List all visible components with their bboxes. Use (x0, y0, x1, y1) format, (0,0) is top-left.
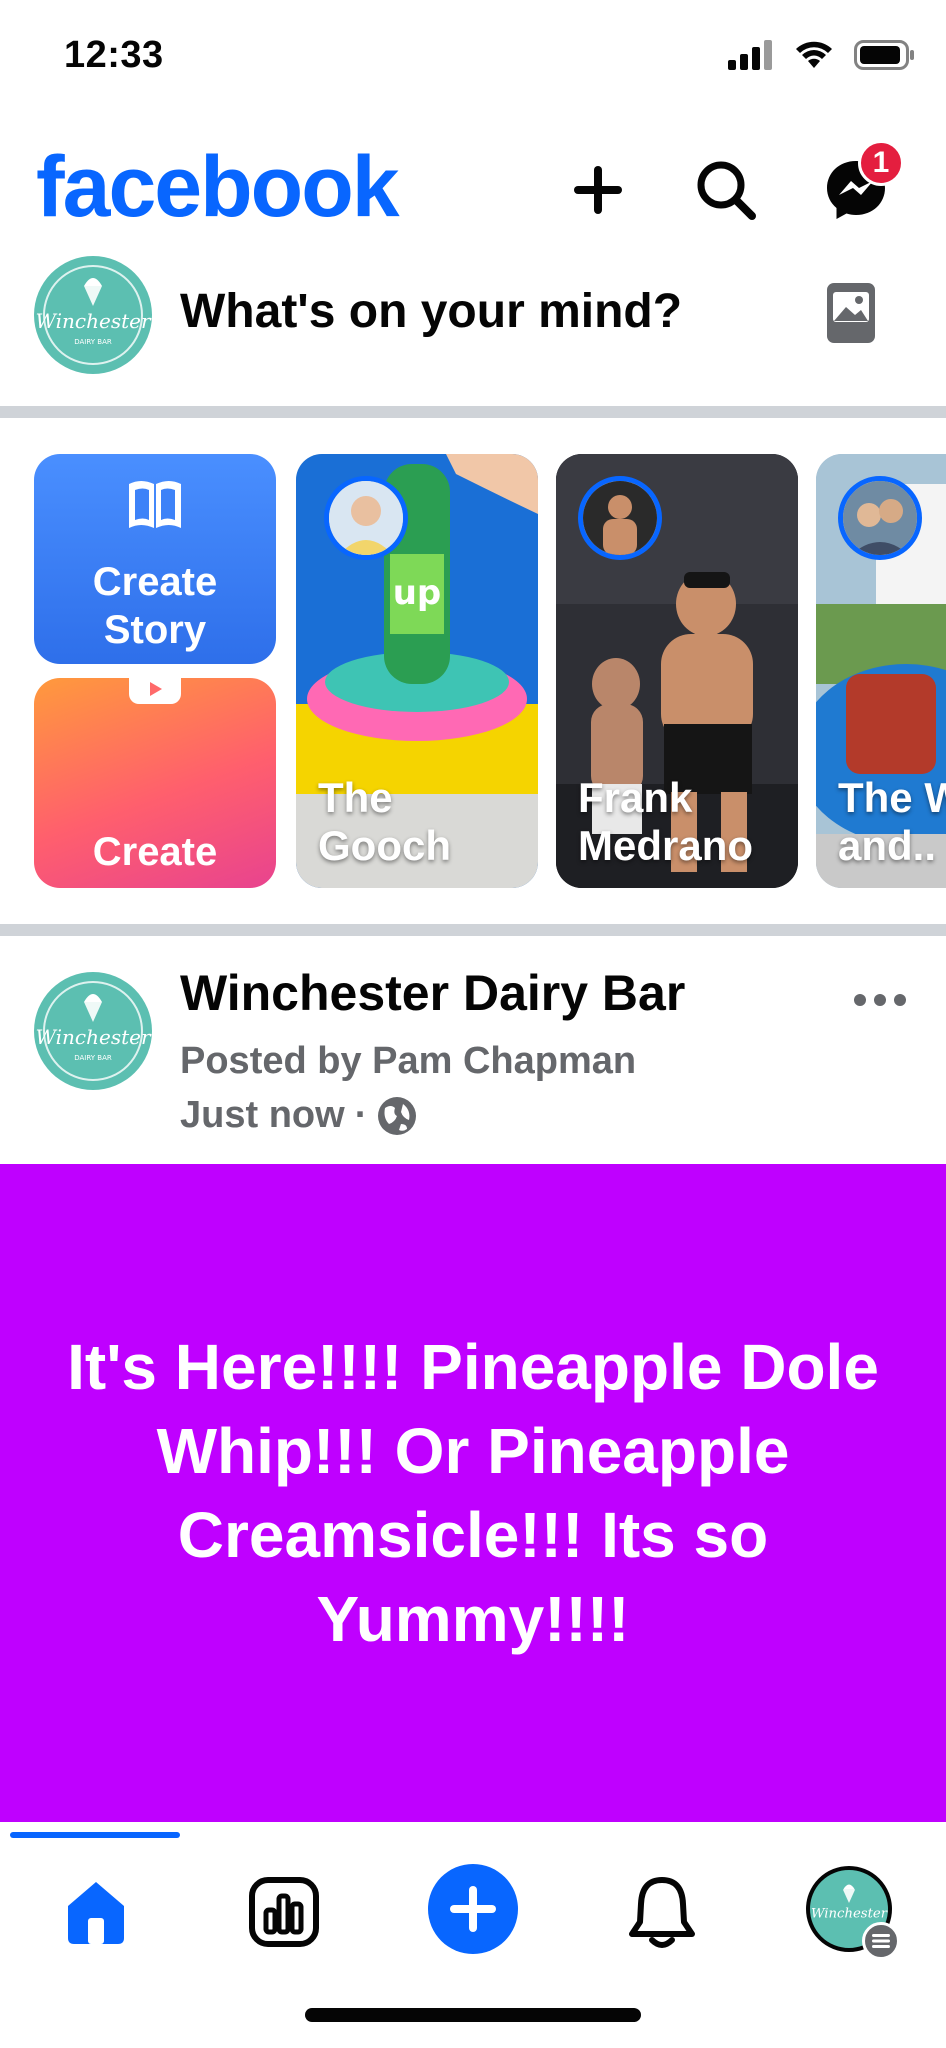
tab-home[interactable] (60, 1876, 132, 1948)
tab-profile[interactable]: Winchester (806, 1866, 900, 1960)
create-reel-card[interactable]: Create (34, 678, 276, 888)
story-author-name: The Gooch (318, 774, 451, 869)
active-tab-indicator (10, 1832, 180, 1838)
post-meta-row: Just now · (180, 1094, 417, 1137)
home-indicator[interactable] (305, 2008, 641, 2022)
search-button[interactable] (690, 154, 762, 226)
create-story-card[interactable]: Create Story (34, 454, 276, 664)
photo-icon (827, 283, 875, 343)
messenger-button[interactable]: 1 (820, 140, 904, 226)
status-time: 12:33 (64, 34, 164, 76)
svg-text:Winchester: Winchester (35, 309, 152, 333)
user-avatar[interactable]: Winchester DAIRY BAR (34, 256, 152, 374)
meta-separator: · (354, 1094, 368, 1136)
battery-icon (854, 40, 914, 70)
story-avatar (324, 476, 408, 560)
facebook-logo[interactable]: facebook (36, 138, 400, 237)
create-reel-label: Create (92, 830, 218, 874)
svg-text:Winchester: Winchester (35, 1025, 152, 1049)
story-card[interactable]: The W and.. (816, 454, 946, 888)
reel-icon (129, 678, 181, 704)
globe-icon (378, 1096, 417, 1135)
post-page-avatar[interactable]: Winchester DAIRY BAR (34, 972, 152, 1090)
winchester-logo-icon: Winchester DAIRY BAR (35, 258, 152, 372)
create-story-label: Create Story (92, 560, 218, 652)
svg-text:Winchester: Winchester (811, 1907, 888, 1922)
post-more-button[interactable] (854, 986, 906, 1014)
person-avatar-icon (583, 481, 657, 555)
story-author-name: The W and.. (838, 774, 946, 869)
plus-icon (574, 166, 622, 214)
dashboard-icon (249, 1877, 319, 1947)
plus-icon (450, 1886, 496, 1932)
svg-text:DAIRY BAR: DAIRY BAR (74, 1054, 112, 1062)
tab-dashboard[interactable] (248, 1876, 320, 1948)
create-button[interactable] (562, 154, 634, 226)
search-icon (697, 161, 756, 220)
wifi-icon (796, 41, 832, 68)
composer-input[interactable]: What's on your mind? (180, 284, 682, 339)
post-body[interactable]: It's Here!!!! Pineapple Dole Whip!!! Or … (0, 1164, 946, 1822)
story-card[interactable]: up The Gooch (296, 454, 538, 888)
post-text: It's Here!!!! Pineapple Dole Whip!!! Or … (67, 1331, 879, 1655)
post-time[interactable]: Just now (180, 1094, 345, 1137)
menu-icon (872, 1934, 890, 1948)
person-avatar-icon (329, 481, 403, 555)
section-divider (0, 924, 946, 936)
story-card[interactable]: Frank Medrano (556, 454, 798, 888)
svg-text:up: up (393, 573, 442, 613)
cellular-signal-icon (728, 40, 772, 70)
bell-icon (629, 1877, 695, 1948)
svg-text:DAIRY BAR: DAIRY BAR (74, 338, 112, 346)
story-author-name: Frank Medrano (578, 774, 754, 869)
book-icon (129, 481, 181, 528)
messenger-badge: 1 (858, 140, 904, 186)
winchester-logo-icon: Winchester DAIRY BAR (35, 974, 152, 1088)
more-dots-icon (854, 994, 906, 1006)
story-avatar (838, 476, 922, 560)
status-icons (728, 40, 916, 70)
person-avatar-icon (843, 481, 917, 555)
tab-create[interactable] (428, 1864, 518, 1954)
home-icon (68, 1882, 124, 1944)
menu-badge (862, 1922, 900, 1960)
tab-notifications[interactable] (626, 1874, 698, 1950)
post-posted-by: Posted by Pam Chapman (180, 1040, 637, 1082)
photo-button[interactable] (826, 282, 876, 344)
section-divider (0, 406, 946, 418)
post-page-name[interactable]: Winchester Dairy Bar (180, 964, 685, 1022)
story-avatar (578, 476, 662, 560)
